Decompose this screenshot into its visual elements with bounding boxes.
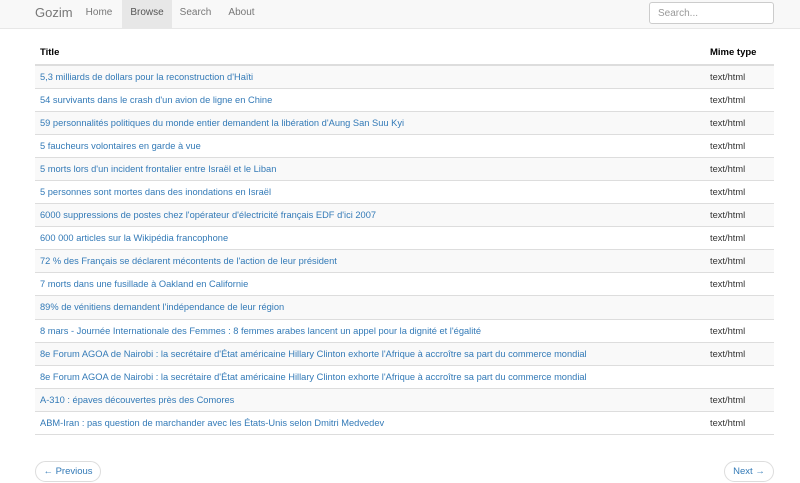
mime-type-cell: text/html <box>710 394 746 405</box>
article-title-link[interactable]: 5 personnes sont mortes dans des inondat… <box>40 181 271 203</box>
table-row: 8 mars - Journée Internationale des Femm… <box>35 320 774 343</box>
table-row: 89% de vénitiens demandent l'indépendanc… <box>35 296 774 320</box>
table-row: 600 000 articles sur la Wikipédia franco… <box>35 227 774 251</box>
article-title-link[interactable]: 8e Forum AGOA de Nairobi : la secrétaire… <box>40 366 587 388</box>
mime-type-cell: text/html <box>710 186 746 197</box>
search-input[interactable] <box>649 2 774 24</box>
nav-search[interactable]: Search <box>172 0 219 28</box>
article-title-link[interactable]: 600 000 articles sur la Wikipédia franco… <box>40 227 228 249</box>
mime-type-cell: text/html <box>710 348 746 359</box>
table-body: 5,3 milliards de dollars pour la reconst… <box>35 65 774 435</box>
article-title-link[interactable]: 8 mars - Journée Internationale des Femm… <box>40 320 481 342</box>
article-title-link[interactable]: 72 % des Français se déclarent mécontent… <box>40 250 337 272</box>
mime-type-cell: text/html <box>710 163 746 174</box>
table-row: 54 survivants dans le crash d'un avion d… <box>35 89 774 112</box>
article-title-link[interactable]: A-310 : épaves découvertes près des Como… <box>40 389 234 411</box>
table-row: 5,3 milliards de dollars pour la reconst… <box>35 65 774 89</box>
brand-logo[interactable]: Gozim <box>35 0 73 28</box>
table-row: 59 personnalités politiques du monde ent… <box>35 111 774 135</box>
mime-type-cell: text/html <box>710 417 746 428</box>
column-header-mime-type: Mime type <box>710 47 757 58</box>
table-row: 5 faucheurs volontaires en garde à vue te… <box>35 135 774 158</box>
article-title-link[interactable]: 89% de vénitiens demandent l'indépendanc… <box>40 296 284 318</box>
article-title-link[interactable]: 5 faucheurs volontaires en garde à vue <box>40 135 201 157</box>
table-row: 5 personnes sont mortes dans des inondat… <box>35 181 774 205</box>
mime-type-cell: text/html <box>710 210 746 221</box>
table-header: Title Mime type <box>35 42 774 66</box>
table-row: ABM-Iran : pas question de marchander av… <box>35 412 774 435</box>
next-page-button[interactable]: Next → <box>724 461 774 482</box>
article-title-link[interactable]: 7 morts dans une fusillade à Oakland en … <box>40 273 248 295</box>
mime-type-cell: text/html <box>710 233 746 244</box>
table-row: 6000 suppressions de postes chez l'opéra… <box>35 204 774 228</box>
table-row: 72 % des Français se déclarent mécontent… <box>35 250 774 274</box>
article-title-link[interactable]: 54 survivants dans le crash d'un avion d… <box>40 89 272 111</box>
table-row: 8e Forum AGOA de Nairobi : la secrétaire… <box>35 342 774 366</box>
nav-home[interactable]: Home <box>77 0 121 28</box>
mime-type-cell: text/html <box>710 325 746 336</box>
mime-type-cell: text/html <box>710 279 746 290</box>
article-title-link[interactable]: ABM-Iran : pas question de marchander av… <box>40 412 384 434</box>
column-header-title: Title <box>40 47 60 58</box>
table-row: 5 morts lors d'un incident frontalier en… <box>35 157 774 181</box>
mime-type-cell: text/html <box>710 71 746 82</box>
table-row: 8e Forum AGOA de Nairobi : la secrétaire… <box>35 366 774 389</box>
table-row: A-310 : épaves découvertes près des Como… <box>35 388 774 412</box>
table-row: 7 morts dans une fusillade à Oakland en … <box>35 273 774 297</box>
article-title-link[interactable]: 59 personnalités politiques du monde ent… <box>40 112 404 134</box>
article-title-link[interactable]: 6000 suppressions de postes chez l'opéra… <box>40 204 376 226</box>
article-title-link[interactable]: 5 morts lors d'un incident frontalier en… <box>40 158 276 180</box>
results-table: Title Mime type 5,3 milliards de dollars… <box>35 42 774 435</box>
article-title-link[interactable]: 5,3 milliards de dollars pour la reconst… <box>40 66 253 88</box>
mime-type-cell: text/html <box>710 117 746 128</box>
nav-browse[interactable]: Browse <box>122 0 172 28</box>
mime-type-cell: text/html <box>710 256 746 267</box>
navbar: Gozim Home Browse Search About <box>0 0 800 29</box>
previous-page-button[interactable]: ← Previous <box>35 461 101 482</box>
article-title-link[interactable]: 8e Forum AGOA de Nairobi : la secrétaire… <box>40 343 587 365</box>
mime-type-cell: text/html <box>710 94 746 105</box>
nav-about[interactable]: About <box>219 0 264 28</box>
mime-type-cell: text/html <box>710 140 746 151</box>
